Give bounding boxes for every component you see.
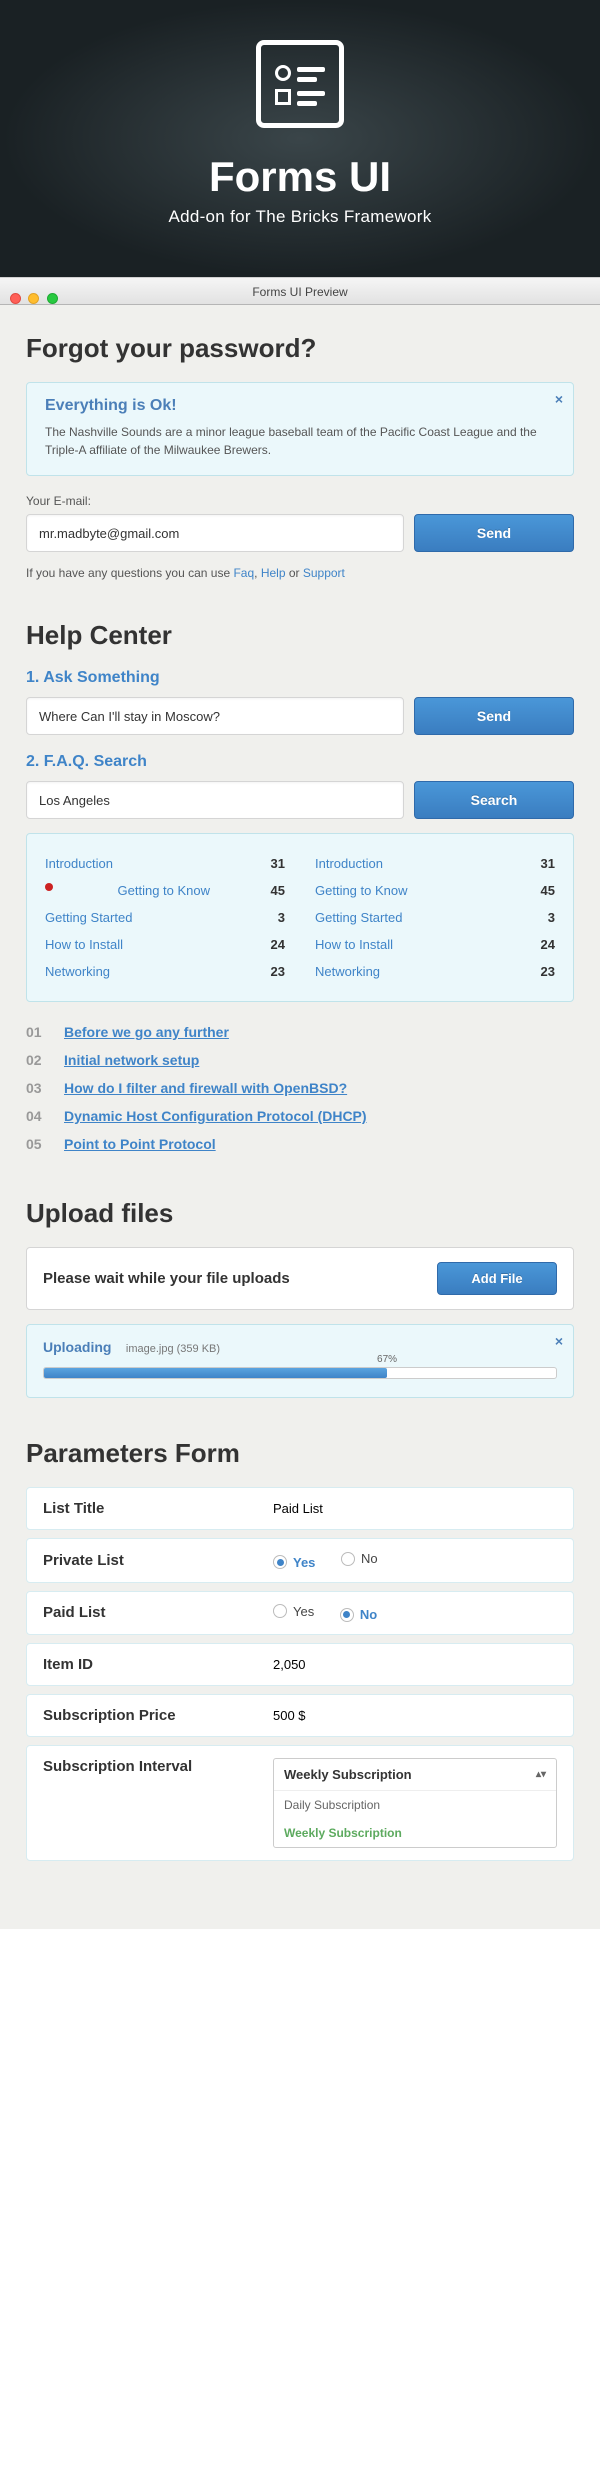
info-alert: × Everything is Ok! The Nashville Sounds… [26, 382, 574, 476]
faq-category-row[interactable]: Getting to Know45 [315, 877, 555, 904]
forgot-heading: Forgot your password? [26, 333, 574, 364]
faq-category-row[interactable]: How to Install24 [45, 931, 285, 958]
ask-input[interactable] [26, 697, 404, 735]
article-link[interactable]: Before we go any further [64, 1024, 229, 1040]
upload-filename: image.jpg (359 KB) [126, 1343, 220, 1355]
help-heading: Help Center [26, 620, 574, 651]
private-yes-radio[interactable]: Yes [273, 1555, 315, 1570]
select-option[interactable]: Daily Subscription [274, 1791, 556, 1819]
faq-category-link[interactable]: Getting Started [315, 910, 402, 925]
upload-status: Uploading [43, 1339, 111, 1355]
faq-category-link[interactable]: Introduction [315, 856, 383, 871]
item-id-input[interactable] [273, 1657, 557, 1672]
article-item: 05Point to Point Protocol [26, 1130, 574, 1158]
progress-percent: 67% [377, 1354, 397, 1365]
article-item: 02Initial network setup [26, 1046, 574, 1074]
sub-interval-select[interactable]: Weekly Subscription ▴▾ Daily Subscriptio… [273, 1758, 557, 1848]
article-list: 01Before we go any further02Initial netw… [26, 1018, 574, 1158]
chevron-updown-icon: ▴▾ [536, 1769, 546, 1780]
faq-subheading: 2. F.A.Q. Search [26, 753, 574, 771]
hero-title: Forms UI [0, 153, 600, 201]
faq-category-row[interactable]: How to Install24 [315, 931, 555, 958]
send-button[interactable]: Send [414, 514, 574, 552]
article-link[interactable]: Point to Point Protocol [64, 1136, 216, 1152]
faq-category-row[interactable]: Networking23 [315, 958, 555, 985]
maximize-icon[interactable] [47, 293, 58, 304]
sub-price-input[interactable] [273, 1708, 557, 1723]
pin-icon [45, 883, 53, 891]
param-item-id: Item ID [26, 1643, 574, 1686]
faq-search-input[interactable] [26, 781, 404, 819]
private-no-radio[interactable]: No [341, 1551, 378, 1566]
faq-category-link[interactable]: Getting Started [45, 910, 132, 925]
traffic-lights[interactable] [10, 286, 62, 314]
faq-category-link[interactable]: How to Install [45, 937, 123, 952]
search-button[interactable]: Search [414, 781, 574, 819]
param-list-title: List Title [26, 1487, 574, 1530]
upload-progress-panel: × Uploading image.jpg (359 KB) 67% [26, 1324, 574, 1398]
article-item: 01Before we go any further [26, 1018, 574, 1046]
hero-subtitle: Add-on for The Bricks Framework [0, 207, 600, 227]
select-option[interactable]: Weekly Subscription [274, 1819, 556, 1847]
upload-bar: Please wait while your file uploads Add … [26, 1247, 574, 1310]
hint-text: If you have any questions you can use Fa… [26, 566, 574, 580]
email-field[interactable] [26, 514, 404, 552]
faq-category-link[interactable]: Networking [315, 964, 380, 979]
param-private-list: Private List Yes No [26, 1538, 574, 1583]
list-title-input[interactable] [273, 1501, 557, 1516]
faq-category-row[interactable]: Networking23 [45, 958, 285, 985]
close-icon[interactable]: × [555, 391, 563, 407]
paid-yes-radio[interactable]: Yes [273, 1604, 314, 1619]
faq-category-row[interactable]: Getting Started3 [315, 904, 555, 931]
faq-category-row[interactable]: Getting to Know45 [45, 877, 285, 904]
forms-icon [256, 40, 344, 128]
faq-category-row[interactable]: Introduction31 [315, 850, 555, 877]
faq-categories-panel: Introduction31Getting to Know45Getting S… [26, 833, 574, 1002]
params-heading: Parameters Form [26, 1438, 574, 1469]
paid-no-radio[interactable]: No [340, 1607, 377, 1622]
faq-category-row[interactable]: Getting Started3 [45, 904, 285, 931]
faq-link[interactable]: Faq [233, 566, 254, 580]
ask-subheading: 1. Ask Something [26, 669, 574, 687]
alert-body: The Nashville Sounds are a minor league … [45, 423, 555, 459]
ask-send-button[interactable]: Send [414, 697, 574, 735]
faq-category-link[interactable]: How to Install [315, 937, 393, 952]
minimize-icon[interactable] [28, 293, 39, 304]
window-title: Forms UI Preview [252, 285, 347, 299]
article-link[interactable]: Initial network setup [64, 1052, 199, 1068]
param-paid-list: Paid List Yes No [26, 1591, 574, 1636]
faq-category-link[interactable]: Getting to Know [315, 883, 408, 898]
faq-category-link[interactable]: Getting to Know [118, 883, 211, 898]
faq-category-row[interactable]: Introduction31 [45, 850, 285, 877]
add-file-button[interactable]: Add File [437, 1262, 557, 1295]
close-icon[interactable]: × [555, 1333, 563, 1349]
faq-category-link[interactable]: Networking [45, 964, 110, 979]
window-titlebar: Forms UI Preview [0, 277, 600, 305]
support-link[interactable]: Support [303, 566, 345, 580]
article-item: 04Dynamic Host Configuration Protocol (D… [26, 1102, 574, 1130]
param-sub-interval: Subscription Interval Weekly Subscriptio… [26, 1745, 574, 1861]
upload-message: Please wait while your file uploads [43, 1270, 290, 1287]
param-sub-price: Subscription Price [26, 1694, 574, 1737]
alert-title: Everything is Ok! [45, 397, 555, 415]
help-link[interactable]: Help [261, 566, 286, 580]
faq-category-link[interactable]: Introduction [45, 856, 113, 871]
hero-banner: Forms UI Add-on for The Bricks Framework [0, 0, 600, 277]
article-link[interactable]: How do I filter and firewall with OpenBS… [64, 1080, 347, 1096]
progress-bar: 67% [43, 1367, 557, 1379]
upload-heading: Upload files [26, 1198, 574, 1229]
email-label: Your E-mail: [26, 494, 574, 508]
article-link[interactable]: Dynamic Host Configuration Protocol (DHC… [64, 1108, 367, 1124]
close-icon[interactable] [10, 293, 21, 304]
article-item: 03How do I filter and firewall with Open… [26, 1074, 574, 1102]
